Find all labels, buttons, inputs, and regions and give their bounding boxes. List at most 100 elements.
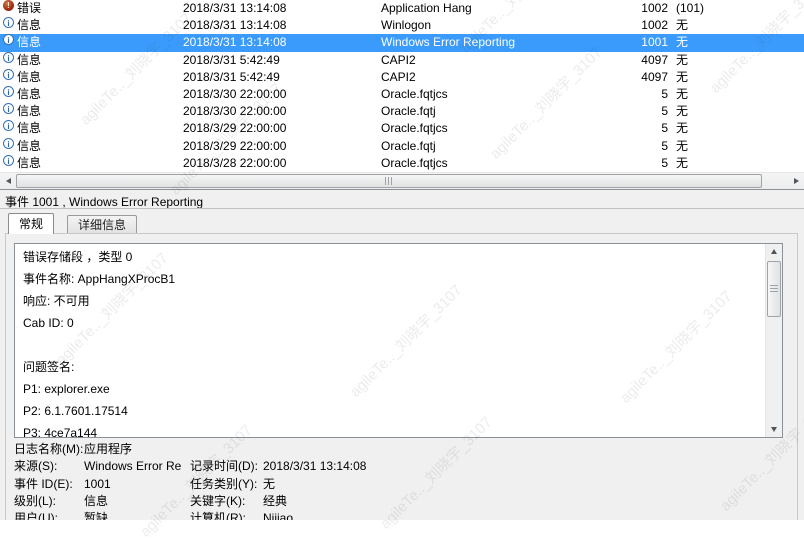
meta-label: 用户(U): (14, 510, 58, 520)
event-datetime: 2018/3/31 13:14:08 (183, 17, 286, 34)
event-datetime: 2018/3/28 22:00:00 (183, 155, 286, 172)
horizontal-scrollbar-thumb[interactable] (16, 174, 762, 188)
scroll-up-button[interactable] (766, 244, 782, 259)
meta-row: 来源(S): Windows Error Re记录时间(D): 2018/3/31 … (14, 458, 784, 475)
meta-row: 事件 ID(E):1001任务类别(Y):无 (14, 476, 784, 493)
pane-divider (0, 189, 804, 190)
meta-value: 2018/3/31 13:14:08 (263, 458, 366, 475)
general-description-box[interactable]: 错误存储段 ，类型 0事件名称: AppHangXProcB1响应: 不可用Ca… (14, 243, 783, 438)
event-datetime: 2018/3/30 22:00:00 (183, 86, 286, 103)
meta-value: 1001 (84, 476, 188, 493)
vertical-scrollbar-thumb[interactable] (767, 261, 781, 317)
event-level: 信息 (17, 138, 41, 155)
left-arrow-icon (3, 178, 11, 184)
meta-label: 来源(S): (14, 458, 57, 475)
general-text-line: P2: 6.1.7601.17514 (23, 400, 762, 422)
meta-value: 信息 (84, 493, 188, 510)
event-id: 5 (540, 155, 668, 172)
meta-value: 经典 (263, 493, 287, 510)
meta-value: 暂缺 (84, 510, 188, 520)
event-category: 无 (676, 69, 688, 86)
event-category: 无 (676, 17, 688, 34)
meta-value: 应用程序 (84, 441, 188, 458)
event-row[interactable]: i信息2018/3/30 22:00:00Oracle.fqtjcs5无 (0, 86, 804, 103)
event-row[interactable]: !错误2018/3/31 13:14:08Application Hang100… (0, 0, 804, 17)
meta-row: 日志名称(M):应用程序 (14, 441, 784, 458)
event-category: 无 (676, 34, 688, 51)
tab-details[interactable]: 详细信息 (67, 215, 137, 234)
event-list: !错误2018/3/31 13:14:08Application Hang100… (0, 0, 804, 172)
event-row[interactable]: i信息2018/3/29 22:00:00Oracle.fqtjcs5无 (0, 120, 804, 137)
meta-value: 无 (263, 476, 275, 493)
event-source: Oracle.fqtjcs (381, 120, 448, 137)
event-category: (101) (676, 0, 704, 17)
event-level: 信息 (17, 52, 41, 69)
event-id: 1001 (540, 34, 668, 51)
event-source: Oracle.fqtj (381, 138, 436, 155)
event-datetime: 2018/3/29 22:00:00 (183, 120, 286, 137)
info-icon: i (3, 103, 14, 114)
event-id: 1002 (540, 0, 668, 17)
event-category: 无 (676, 103, 688, 120)
general-text-line: Cab ID: 0 (23, 312, 762, 334)
info-icon: i (3, 138, 14, 149)
event-level: 信息 (17, 103, 41, 120)
down-arrow-icon (771, 427, 777, 435)
info-icon: i (3, 69, 14, 80)
event-id: 5 (540, 138, 668, 155)
event-level: 信息 (17, 120, 41, 137)
general-description-text: 错误存储段 ，类型 0事件名称: AppHangXProcB1响应: 不可用Ca… (23, 246, 762, 438)
event-datetime: 2018/3/31 13:14:08 (183, 34, 286, 51)
event-row[interactable]: i信息2018/3/31 13:14:08Winlogon1002无 (0, 17, 804, 34)
event-row[interactable]: i信息2018/3/31 5:42:49CAPI24097无 (0, 52, 804, 69)
tab-general[interactable]: 常规 (8, 213, 54, 234)
meta-label: 记录时间(D): (190, 458, 258, 475)
event-row[interactable]: i信息2018/3/31 13:14:08Windows Error Repor… (0, 34, 804, 51)
meta-row: 用户(U):暂缺计算机(R):Nijiao (14, 510, 784, 520)
event-id: 4097 (540, 69, 668, 86)
event-id: 5 (540, 86, 668, 103)
info-icon: i (3, 34, 14, 45)
error-icon: ! (3, 0, 14, 11)
scroll-down-button[interactable] (766, 422, 782, 437)
general-text-line: 错误存储段 ，类型 0 (23, 246, 762, 268)
event-datetime: 2018/3/31 13:14:08 (183, 0, 286, 17)
info-icon: i (3, 52, 14, 63)
general-text-line: P3: 4ce7a144 (23, 422, 762, 438)
info-icon: i (3, 120, 14, 131)
event-row[interactable]: i信息2018/3/28 22:00:00Oracle.fqtjcs5无 (0, 155, 804, 172)
event-viewer-pane: { "watermark_text": "agileTe.._刘晓宇_3107"… (0, 0, 804, 520)
scroll-left-button[interactable] (0, 173, 16, 189)
event-category: 无 (676, 86, 688, 103)
event-row[interactable]: i信息2018/3/30 22:00:00Oracle.fqtj5无 (0, 103, 804, 120)
meta-value: Windows Error Re (84, 458, 188, 475)
vertical-scrollbar[interactable] (765, 244, 782, 437)
scroll-right-button[interactable] (788, 173, 804, 189)
event-datetime: 2018/3/31 5:42:49 (183, 52, 280, 69)
event-level: 信息 (17, 17, 41, 34)
event-row[interactable]: i信息2018/3/29 22:00:00Oracle.fqtj5无 (0, 138, 804, 155)
event-category: 无 (676, 120, 688, 137)
general-text-line: 响应: 不可用 (23, 290, 762, 312)
event-source: Application Hang (381, 0, 472, 17)
meta-label: 任务类别(Y): (190, 476, 257, 493)
event-source: CAPI2 (381, 52, 416, 69)
event-level: 信息 (17, 155, 41, 172)
meta-row: 级别(L):信息关键字(K):经典 (14, 493, 784, 510)
info-icon: i (3, 86, 14, 97)
right-arrow-icon (794, 178, 802, 184)
meta-label: 关键字(K): (190, 493, 245, 510)
event-source: Oracle.fqtjcs (381, 86, 448, 103)
scrollbar-grip-icon (770, 285, 778, 293)
event-level: 信息 (17, 69, 41, 86)
title-separator (0, 208, 804, 209)
up-arrow-icon (771, 246, 777, 254)
event-id: 1002 (540, 17, 668, 34)
general-text-line: 问题签名: (23, 356, 762, 378)
general-text-line: 事件名称: AppHangXProcB1 (23, 268, 762, 290)
event-datetime: 2018/3/29 22:00:00 (183, 138, 286, 155)
event-meta-grid: 日志名称(M):应用程序来源(S): Windows Error Re记录时间(D… (14, 441, 784, 520)
event-row[interactable]: i信息2018/3/31 5:42:49CAPI24097无 (0, 69, 804, 86)
horizontal-scrollbar[interactable] (0, 172, 804, 189)
info-icon: i (3, 155, 14, 166)
